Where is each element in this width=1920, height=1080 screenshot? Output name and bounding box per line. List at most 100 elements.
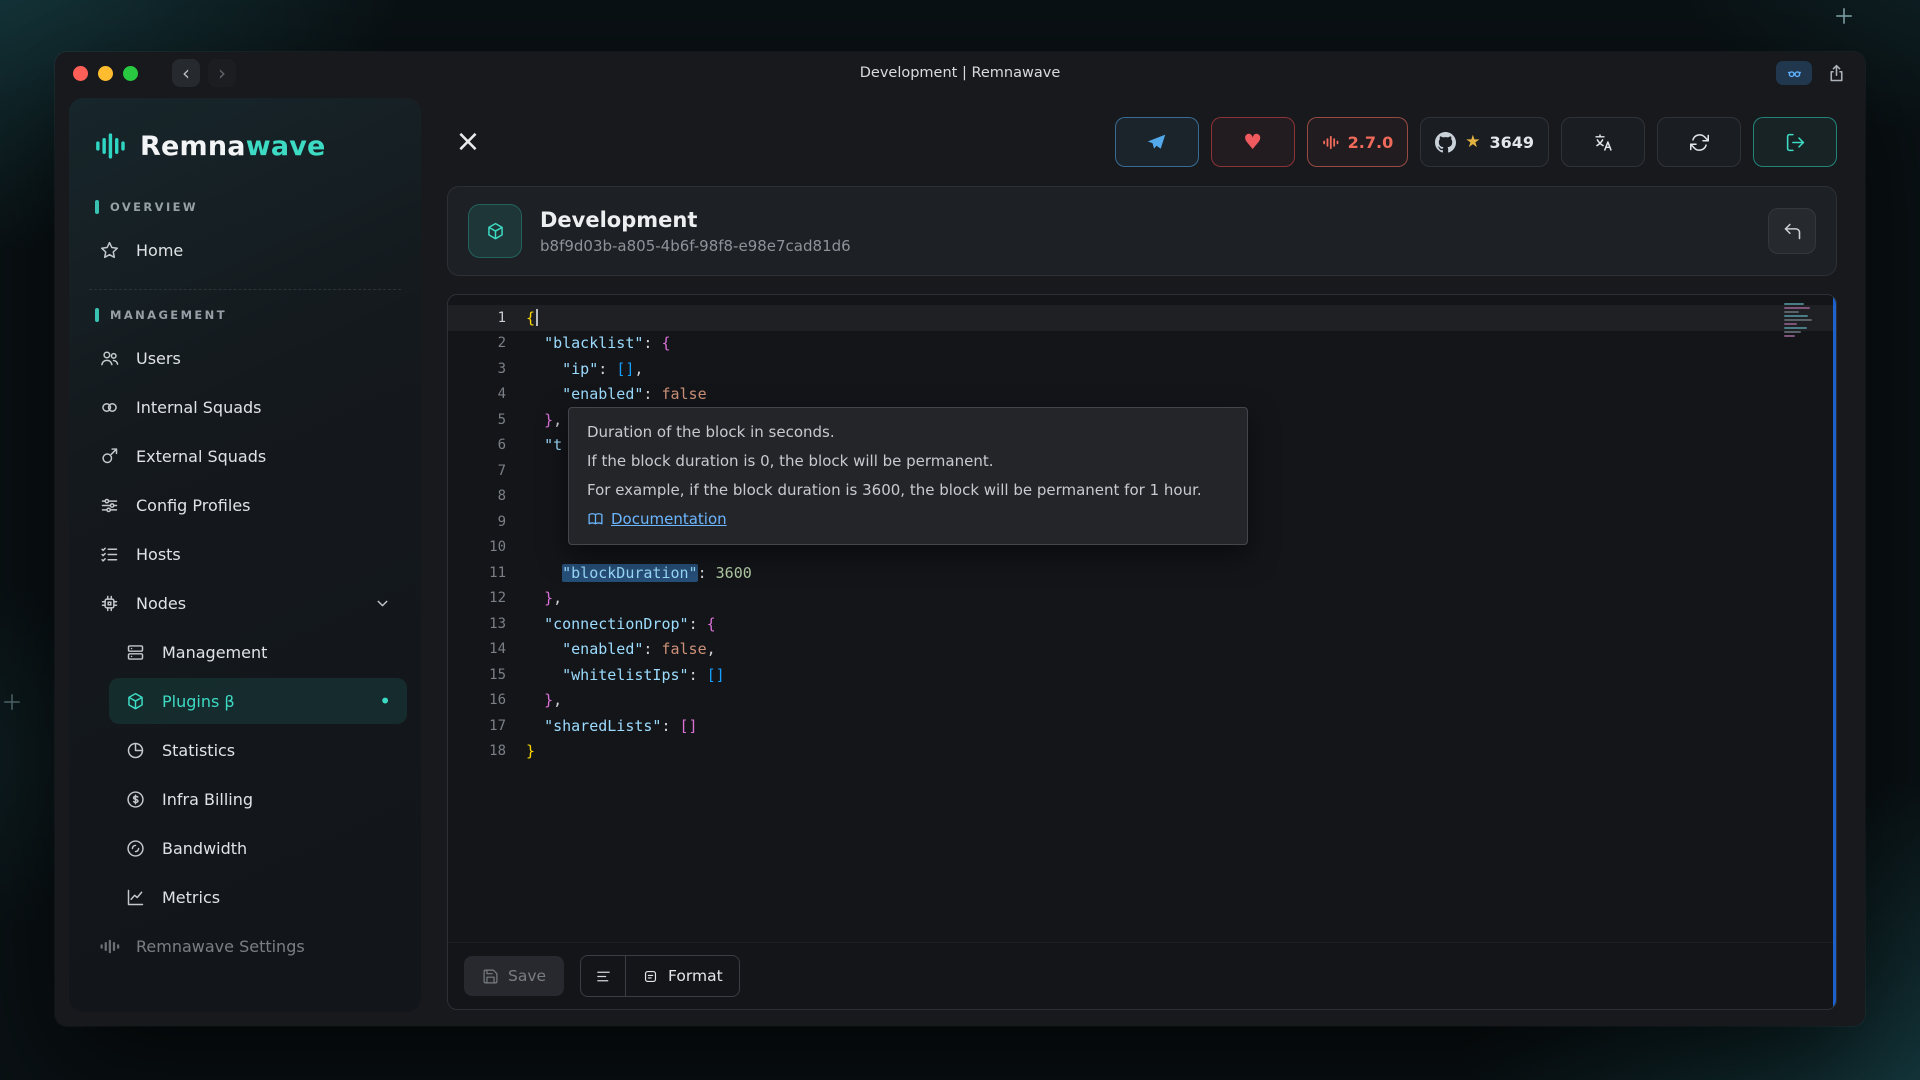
code-line[interactable]: 4 "enabled": false — [448, 382, 1836, 408]
sidebar-item-nodes-plugins[interactable]: Plugins β • — [109, 678, 407, 724]
save-button[interactable]: Save — [464, 956, 564, 996]
header-actions: ♥ 2.7.0 ★ 3649 — [1115, 117, 1837, 167]
sidebar-item-external-squads[interactable]: External Squads — [83, 433, 407, 479]
app-window: ‹ › Development | Remnawave — [55, 52, 1865, 1026]
code-line[interactable]: 16 }, — [448, 688, 1836, 714]
language-button[interactable] — [1561, 117, 1645, 167]
close-page-button[interactable]: × — [447, 121, 489, 163]
code-text: "enabled": false, — [526, 640, 716, 658]
sidebar-item-label: Statistics — [162, 741, 235, 760]
translate-icon — [1593, 132, 1614, 153]
sidebar-item-nodes[interactable]: Nodes — [83, 580, 407, 626]
sidebar-item-config-profiles[interactable]: Config Profiles — [83, 482, 407, 528]
save-icon — [482, 968, 499, 985]
chevron-down-icon — [374, 595, 391, 612]
line-number: 9 — [448, 514, 526, 530]
zoom-window-button[interactable] — [123, 66, 138, 81]
line-number: 1 — [448, 310, 526, 326]
heart-icon: ♥ — [1243, 130, 1262, 154]
code-line[interactable]: 18} — [448, 739, 1836, 765]
star-icon — [99, 240, 120, 261]
code-area[interactable]: 1{2 "blacklist": {3 "ip": [],4 "enabled"… — [448, 295, 1836, 942]
sidebar-item-nodes-management[interactable]: Management — [109, 629, 407, 675]
code-line[interactable]: 14 "enabled": false, — [448, 637, 1836, 663]
refresh-button[interactable] — [1657, 117, 1741, 167]
chip-icon — [99, 593, 120, 614]
sidebar-item-nodes-statistics[interactable]: Statistics — [109, 727, 407, 773]
code-line[interactable]: 15 "whitelistIps": [] — [448, 662, 1836, 688]
tooltip-line: Duration of the block in seconds. — [587, 423, 1229, 441]
waveform-logo-icon — [95, 130, 127, 162]
sidebar-item-label: Hosts — [136, 545, 181, 564]
version-badge[interactable]: 2.7.0 — [1307, 117, 1409, 167]
format-button[interactable]: Format — [626, 956, 739, 996]
sidebar-item-internal-squads[interactable]: Internal Squads — [83, 384, 407, 430]
sparkle-decoration — [4, 694, 20, 710]
pie-chart-icon — [125, 740, 146, 761]
line-number: 4 — [448, 386, 526, 402]
window-title: Development | Remnawave — [55, 65, 1865, 81]
github-stars-button[interactable]: ★ 3649 — [1420, 117, 1549, 167]
sidebar-item-label: Plugins β — [162, 692, 235, 711]
telegram-button[interactable] — [1115, 117, 1199, 167]
code-text: { — [526, 309, 538, 327]
editor-scrollbar[interactable] — [1833, 295, 1836, 1009]
version-label: 2.7.0 — [1348, 133, 1394, 152]
code-text: } — [526, 742, 535, 760]
json-editor[interactable]: 1{2 "blacklist": {3 "ip": [],4 "enabled"… — [447, 294, 1837, 1010]
logout-button[interactable] — [1753, 117, 1837, 167]
line-number: 14 — [448, 641, 526, 657]
documentation-link[interactable]: Documentation — [587, 510, 727, 528]
list-icon — [595, 968, 612, 985]
line-number: 3 — [448, 361, 526, 377]
book-icon — [587, 511, 604, 528]
close-window-button[interactable] — [73, 66, 88, 81]
tooltip-line: If the block duration is 0, the block wi… — [587, 452, 1229, 470]
code-line[interactable]: 17 "sharedLists": [] — [448, 713, 1836, 739]
undo-button[interactable] — [1768, 208, 1816, 254]
github-stars-count: 3649 — [1489, 133, 1534, 152]
code-text: "blacklist": { — [526, 334, 671, 352]
code-line[interactable]: 13 "connectionDrop": { — [448, 611, 1836, 637]
editor-options-button[interactable] — [581, 956, 625, 996]
entity-uuid: b8f9d03b-a805-4b6f-98f8-e98e7cad81d6 — [540, 237, 851, 255]
server-icon — [125, 642, 146, 663]
package-icon — [468, 204, 522, 258]
code-line[interactable]: 1{ — [448, 305, 1836, 331]
sidebar-item-label: Internal Squads — [136, 398, 262, 417]
code-text: "connectionDrop": { — [526, 615, 716, 633]
sidebar-item-nodes-infra-billing[interactable]: Infra Billing — [109, 776, 407, 822]
sidebar-item-home[interactable]: Home — [83, 227, 407, 273]
sidebar-item-nodes-metrics[interactable]: Metrics — [109, 874, 407, 920]
sidebar-item-remnawave-settings[interactable]: Remnawave Settings — [83, 923, 407, 969]
code-line[interactable]: 3 "ip": [], — [448, 356, 1836, 382]
sidebar-item-hosts[interactable]: Hosts — [83, 531, 407, 577]
disc-icon — [125, 838, 146, 859]
donate-button[interactable]: ♥ — [1211, 117, 1295, 167]
minimap[interactable] — [1784, 303, 1820, 337]
brand-logo[interactable]: Remnawave — [69, 98, 421, 186]
line-number: 12 — [448, 590, 526, 606]
line-number: 13 — [448, 616, 526, 632]
sidebar-item-label: Nodes — [136, 594, 186, 613]
sidebar-item-nodes-bandwidth[interactable]: Bandwidth — [109, 825, 407, 871]
code-line[interactable]: 11 "blockDuration": 3600 — [448, 560, 1836, 586]
undo-icon — [1782, 221, 1803, 242]
browser-back-button[interactable]: ‹ — [172, 59, 200, 87]
desktop: ‹ › Development | Remnawave — [0, 0, 1920, 1080]
sidebar-item-users[interactable]: Users — [83, 335, 407, 381]
minimize-window-button[interactable] — [98, 66, 113, 81]
line-number: 2 — [448, 335, 526, 351]
external-link-circle-icon — [99, 446, 120, 467]
line-number: 10 — [448, 539, 526, 555]
browser-profile-icon[interactable] — [1776, 61, 1812, 85]
tooltip-line: For example, if the block duration is 36… — [587, 481, 1229, 499]
browser-forward-button[interactable]: › — [208, 59, 236, 87]
code-text: "blockDuration": 3600 — [526, 564, 752, 582]
code-line[interactable]: 2 "blacklist": { — [448, 331, 1836, 357]
code-text: "sharedLists": [] — [526, 717, 698, 735]
code-line[interactable]: 12 }, — [448, 586, 1836, 612]
share-icon[interactable] — [1826, 63, 1847, 84]
telegram-icon — [1146, 132, 1167, 153]
line-number: 8 — [448, 488, 526, 504]
